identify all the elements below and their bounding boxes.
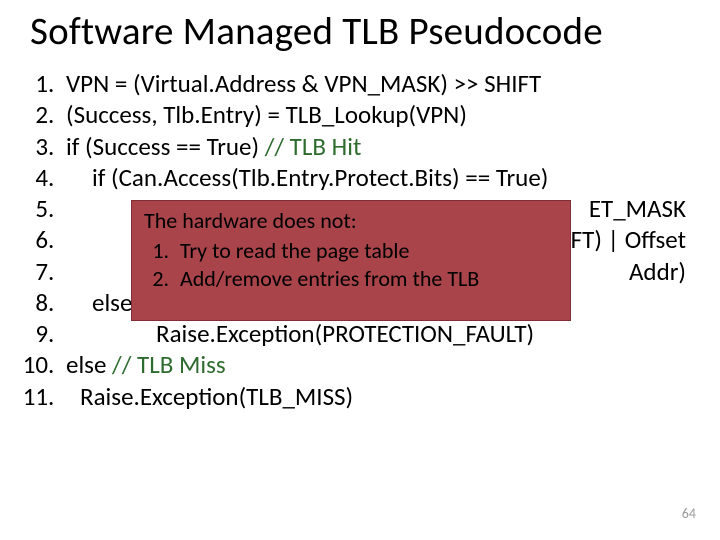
- code-text: else: [66, 287, 132, 318]
- code-line: if (Success == True) // TLB Hit: [60, 131, 700, 162]
- code-text: Raise.Exception(PROTECTION_FAULT): [66, 318, 534, 349]
- code-text: VPN = (Virtual.Address & VPN_MASK) >> SH…: [66, 68, 541, 99]
- code-comment: // TLB Hit: [265, 131, 362, 162]
- slide-title: Software Managed TLB Pseudocode: [0, 0, 720, 55]
- code-fragment: Addr): [629, 256, 686, 287]
- callout-header: The hardware does not:: [144, 207, 560, 235]
- code-line: if (Can.Access(Tlb.Entry.Protect.Bits) =…: [60, 162, 700, 193]
- code-line: (Success, Tlb.Entry) = TLB_Lookup(VPN): [60, 99, 700, 130]
- code-line: Raise.Exception(TLB_MISS): [60, 381, 700, 412]
- code-text: Raise.Exception(TLB_MISS): [66, 381, 353, 412]
- code-comment: // TLB Miss: [112, 349, 226, 380]
- code-line: Raise.Exception(PROTECTION_FAULT): [60, 318, 700, 349]
- code-line: else // TLB Miss: [60, 349, 700, 380]
- code-text: (Success, Tlb.Entry) = TLB_Lookup(VPN): [66, 99, 467, 130]
- code-line: VPN = (Virtual.Address & VPN_MASK) >> SH…: [60, 68, 700, 99]
- callout-box: The hardware does not: Try to read the p…: [131, 200, 571, 321]
- code-text: else: [66, 349, 112, 380]
- callout-item: Add/remove entries from the TLB: [174, 265, 560, 293]
- code-text: if (Can.Access(Tlb.Entry.Protect.Bits) =…: [66, 162, 548, 193]
- page-number: 64: [682, 505, 696, 522]
- slide: Software Managed TLB Pseudocode VPN = (V…: [0, 0, 720, 540]
- code-fragment: ET_MASK: [589, 193, 686, 224]
- code-text: if (Success == True): [66, 131, 265, 162]
- callout-item: Try to read the page table: [174, 237, 560, 265]
